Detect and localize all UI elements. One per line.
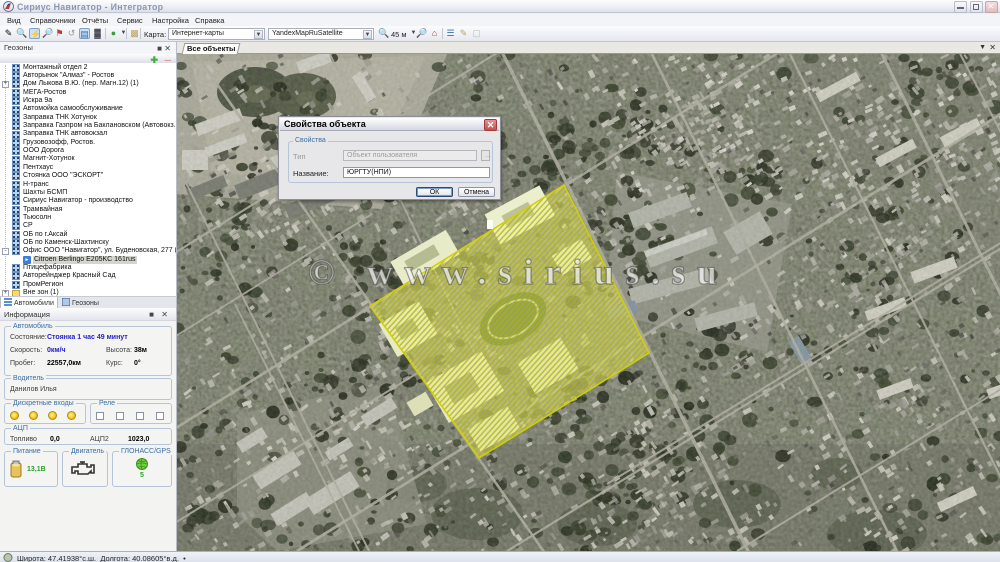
svg-text:© www.sirius.su: © www.sirius.su	[308, 252, 728, 292]
